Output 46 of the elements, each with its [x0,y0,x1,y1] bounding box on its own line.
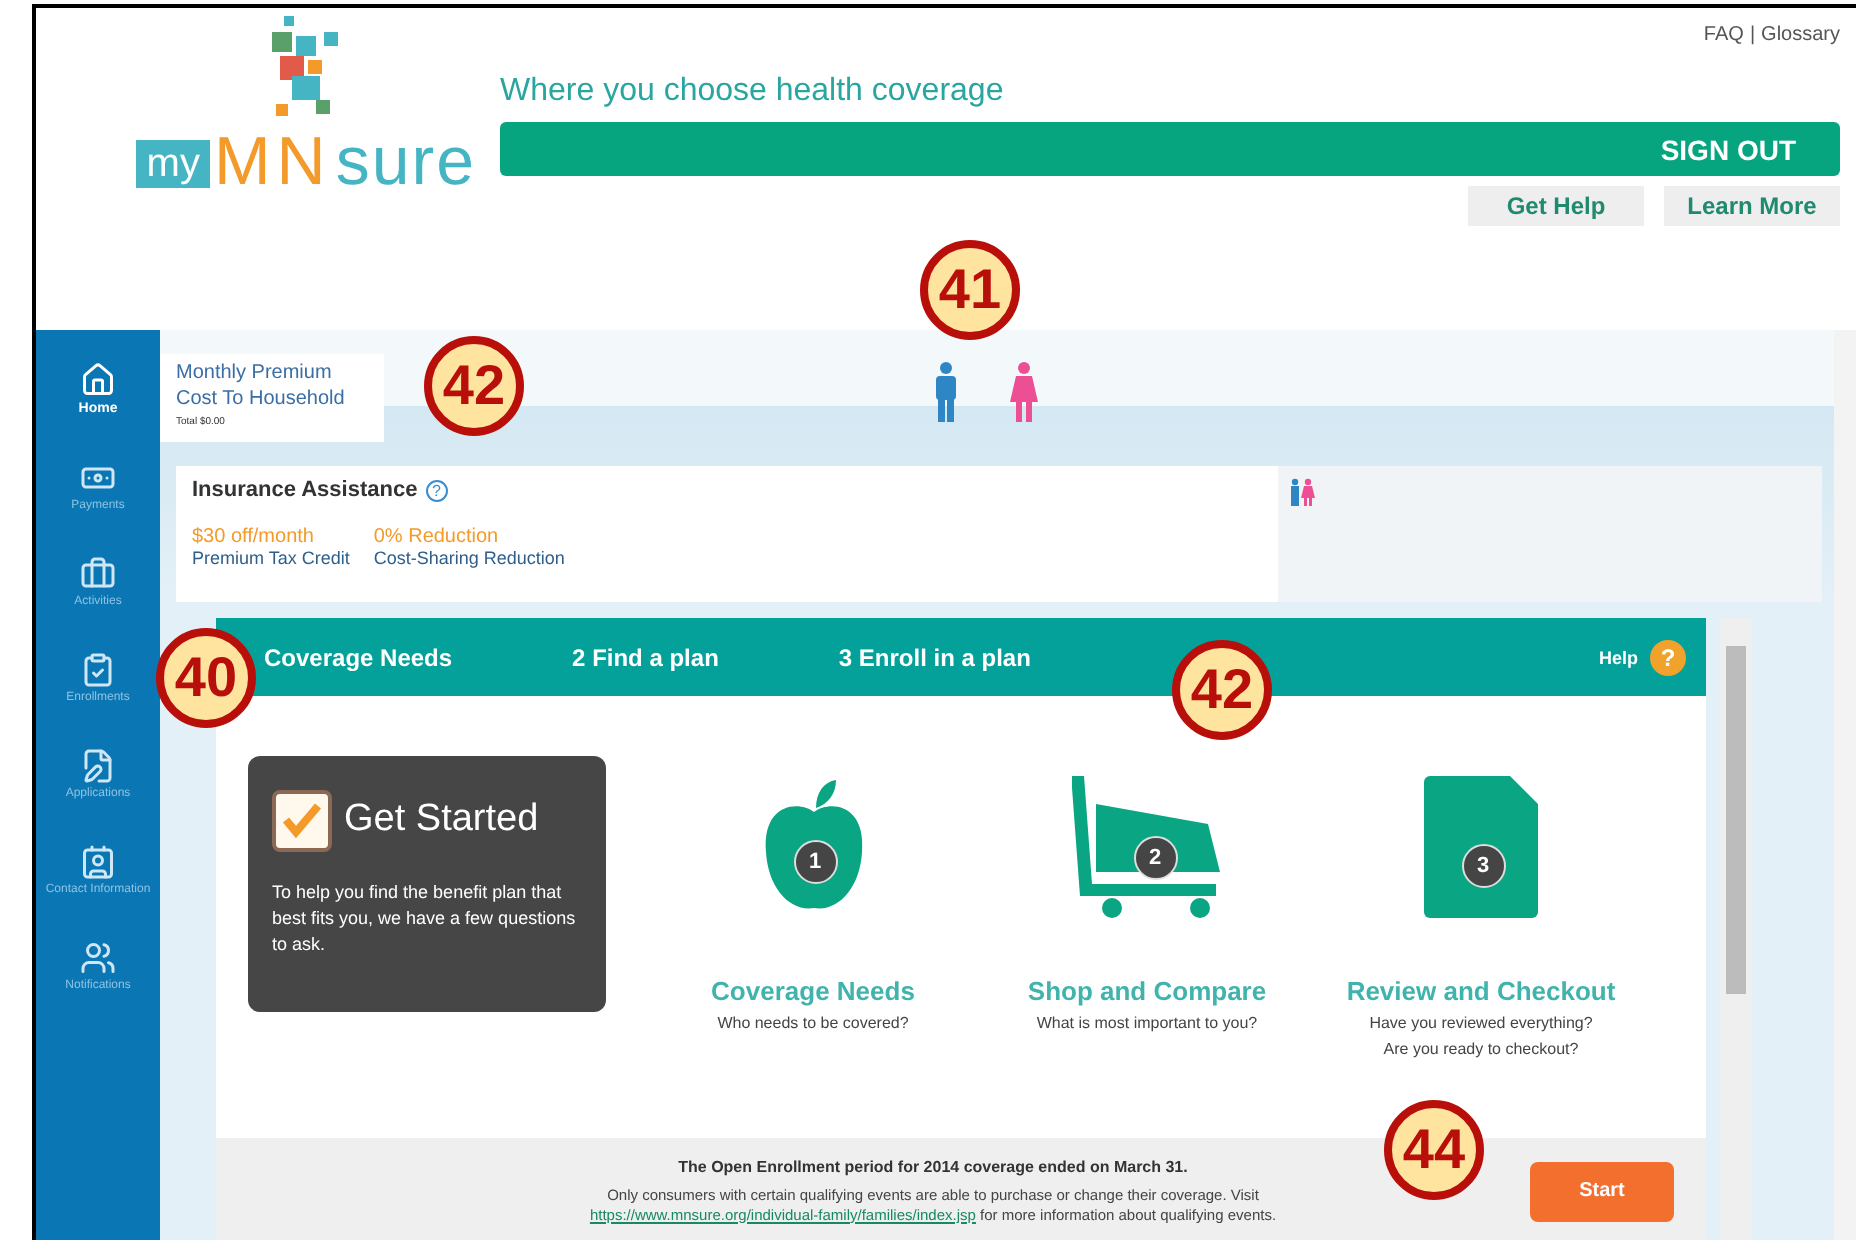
header-button[interactable]: Get Help [1468,186,1644,226]
woman-icon [1008,362,1040,422]
stage-title[interactable]: Review and Checkout [1346,976,1616,1006]
start-button[interactable]: Start [1530,1161,1674,1221]
header-button[interactable]: Learn More [1664,186,1840,226]
stage-subtitle: Are you ready to checkout? [1383,1040,1579,1058]
assistance-label: Premium Tax Credit [192,548,350,568]
man-icon [932,362,960,422]
enrollment-notice: The Open Enrollment period for 2014 coverage ended on March 31. [678,1157,1188,1175]
assistance-title: Insurance Assistance [192,478,418,502]
sidebar-icon [80,556,116,592]
get-started-text: To help you find the benefit plan that best fits you, we have a few questions to ask. [272,880,578,958]
sign-out-link[interactable]: SIGN OUT [1660,133,1796,165]
premium-title: Cost To Household [176,386,347,412]
stage-subtitle: What is most important to you? [1036,1014,1258,1032]
help-icon[interactable]: ? [425,479,448,501]
assistance-label: Cost-Sharing Reduction [373,548,565,568]
sidebar-icon [80,748,116,784]
tagline: Where you choose health coverage [500,74,1006,110]
header-link[interactable]: FAQ [1703,24,1744,46]
stage-subtitle: Have you reviewed everything? [1369,1014,1593,1032]
get-started-title: Get Started [344,798,539,842]
wizard-step[interactable]: 2 Find a plan [572,643,719,671]
wizard-step[interactable]: 3 Enroll in a plan [838,643,1031,671]
callout-marker: 41 [920,240,1020,340]
premium-title: Monthly Premium [176,360,334,386]
sidebar-icon [80,652,116,688]
scrollbar[interactable] [1720,618,1752,1240]
help-link[interactable]: Help [1598,647,1638,667]
sidebar-icon [80,844,116,880]
stage-subtitle: Who needs to be covered? [717,1014,909,1032]
scrollbar-thumb[interactable] [1726,646,1746,994]
header-link[interactable]: Glossary [1761,24,1840,46]
assistance-value: $30 off/month [192,526,316,548]
sidebar-icon [80,362,116,398]
wizard-step[interactable]: Coverage Needs [264,643,453,671]
sidebar-icon [80,940,116,976]
link-separator: | [1749,24,1756,46]
logo[interactable]: my MN sure [136,124,476,202]
couple-icon [1288,478,1316,506]
page-scrollbar[interactable] [1834,330,1856,1240]
assistance-value: 0% Reduction [373,526,501,548]
stage-title[interactable]: Shop and Compare [1027,976,1267,1006]
checklist-icon [272,788,332,852]
help-icon[interactable]: ? [1650,639,1686,675]
stage-title[interactable]: Coverage Needs [711,976,915,1006]
